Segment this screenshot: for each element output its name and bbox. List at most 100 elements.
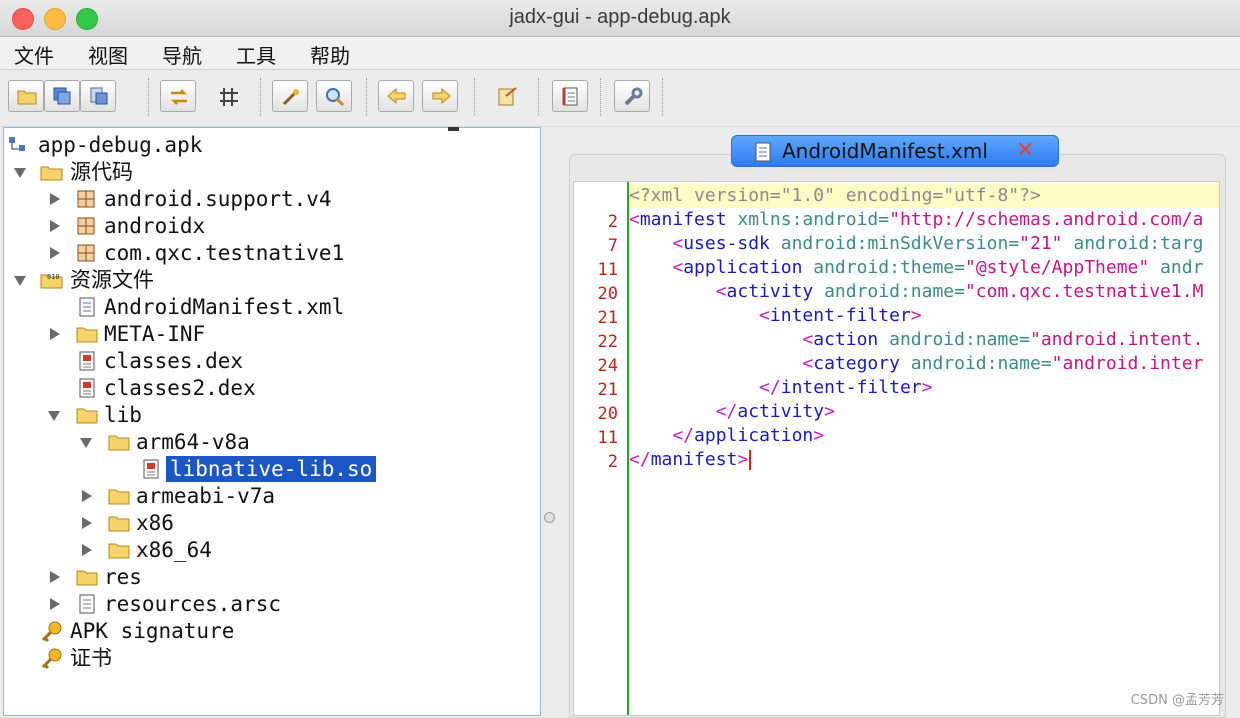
tree-node-libnative[interactable]: libnative-lib.so xyxy=(8,456,528,482)
back-button[interactable] xyxy=(378,80,414,112)
collapse-arrow-icon[interactable] xyxy=(80,438,92,448)
code-editor[interactable]: <?xml version="1.0" encoding="utf-8"?> 2 <… xyxy=(573,181,1220,716)
search-button[interactable] xyxy=(316,80,352,112)
tree-label-arm64: arm64-v8a xyxy=(136,430,250,454)
folder-open-icon xyxy=(40,166,63,181)
menu-navigation[interactable]: 导航 xyxy=(162,40,202,69)
expand-arrow-icon[interactable] xyxy=(50,598,60,610)
tree-node-package[interactable]: com.qxc.testnative1 xyxy=(8,240,528,266)
code-token: > xyxy=(737,449,749,470)
line-number: 21 xyxy=(597,308,618,328)
divider-handle[interactable] xyxy=(544,512,555,523)
menu-help[interactable]: 帮助 xyxy=(310,40,350,69)
tab-android-manifest[interactable]: AndroidManifest.xml ✕ xyxy=(731,135,1059,167)
code-token: "http://schemas.android.com/a xyxy=(889,209,1204,230)
flatten-packages-button[interactable] xyxy=(210,80,246,112)
expand-arrow-icon[interactable] xyxy=(50,220,60,232)
expand-arrow-icon[interactable] xyxy=(82,544,92,556)
folder-icon xyxy=(108,516,130,532)
code-line: <action android:name="android.intent. xyxy=(629,328,1203,352)
code-token: application xyxy=(694,425,814,446)
tree-node-apk-signature[interactable]: APK signature xyxy=(8,618,528,644)
tree-node-resources[interactable]: 010 资源文件 xyxy=(8,267,528,293)
tree-node-manifest[interactable]: AndroidManifest.xml xyxy=(8,294,528,320)
collapse-arrow-icon[interactable] xyxy=(14,276,26,286)
code-line: </activity> xyxy=(629,400,835,424)
tree-node-classes2-dex[interactable]: classes2.dex xyxy=(8,375,528,401)
tree-label-armeabi: armeabi-v7a xyxy=(136,484,276,508)
package-icon xyxy=(77,244,95,262)
sync-tree-button[interactable] xyxy=(160,80,196,112)
tree-node-source-code[interactable]: 源代码 xyxy=(8,159,528,185)
code-token: < xyxy=(802,329,814,350)
tree-node-lib[interactable]: lib xyxy=(8,402,528,428)
resource-folder-icon: 010 xyxy=(40,273,63,289)
code-token: "android.intent. xyxy=(1029,329,1204,350)
tree-node-resources-arsc[interactable]: resources.arsc xyxy=(8,591,528,617)
code-token: action xyxy=(813,329,879,350)
line-number: 11 xyxy=(597,428,618,448)
code-token: < xyxy=(802,353,814,374)
close-tab-icon[interactable]: ✕ xyxy=(1016,140,1034,162)
line-number: 24 xyxy=(597,356,618,376)
decompile-button[interactable] xyxy=(272,80,308,112)
menu-tools[interactable]: 工具 xyxy=(236,40,276,69)
log-icon xyxy=(498,87,517,106)
code-line: </intent-filter> xyxy=(629,376,932,400)
tree-node-armeabi[interactable]: armeabi-v7a xyxy=(8,483,528,509)
expand-arrow-icon[interactable] xyxy=(82,517,92,529)
collapse-arrow-icon[interactable] xyxy=(48,411,60,421)
package-icon xyxy=(77,190,95,208)
apk-tree-icon xyxy=(9,137,25,151)
expand-arrow-icon[interactable] xyxy=(50,571,60,583)
tree-node-package[interactable]: androidx xyxy=(8,213,528,239)
tree-node-package[interactable]: android.support.v4 xyxy=(8,186,528,212)
expand-arrow-icon[interactable] xyxy=(50,328,60,340)
expand-arrow-icon[interactable] xyxy=(50,247,60,259)
export-button[interactable] xyxy=(80,80,116,112)
code-line: <?xml version="1.0" encoding="utf-8"?> xyxy=(629,184,1041,208)
menu-file[interactable]: 文件 xyxy=(14,40,54,69)
save-all-button[interactable] xyxy=(44,80,80,112)
line-number: 2 xyxy=(607,452,618,472)
tree-node-arm64[interactable]: arm64-v8a xyxy=(8,429,528,455)
tree-node-classes-dex[interactable]: classes.dex xyxy=(8,348,528,374)
code-token: > xyxy=(813,425,825,446)
tree-label-resources: 资源文件 xyxy=(70,268,154,292)
tree-node-x86-64[interactable]: x86_64 xyxy=(8,537,528,563)
folder-open-icon xyxy=(17,90,37,105)
tree-node-meta-inf[interactable]: META-INF xyxy=(8,321,528,347)
code-token: android:minSdkVersion= xyxy=(769,233,1020,254)
deobfuscation-button[interactable] xyxy=(552,80,588,112)
tree-root[interactable]: app-debug.apk xyxy=(8,132,528,158)
search-icon xyxy=(326,88,345,107)
tree-label-lib: lib xyxy=(104,403,142,427)
project-tree[interactable]: app-debug.apk 源代码 android.support.v4 and… xyxy=(3,127,541,716)
open-file-button[interactable] xyxy=(8,80,44,112)
folder-icon xyxy=(76,408,98,424)
code-token: android:theme= xyxy=(802,257,965,278)
forward-button[interactable] xyxy=(422,80,458,112)
preferences-button[interactable] xyxy=(614,80,650,112)
log-viewer-button[interactable] xyxy=(488,80,524,112)
collapse-arrow-icon[interactable] xyxy=(14,168,26,178)
tree-label-package: androidx xyxy=(104,214,206,238)
tree-node-certificate[interactable]: 证书 xyxy=(8,645,528,671)
dex-file-icon xyxy=(79,351,95,371)
code-token: < xyxy=(715,281,727,302)
tree-node-res[interactable]: res xyxy=(8,564,528,590)
code-token: "android.inter xyxy=(1051,353,1204,374)
expand-arrow-icon[interactable] xyxy=(50,193,60,205)
code-line: </manifest> xyxy=(629,448,752,472)
menu-view[interactable]: 视图 xyxy=(88,40,128,69)
split-divider[interactable] xyxy=(541,127,569,716)
tree-node-x86[interactable]: x86 xyxy=(8,510,528,536)
expand-arrow-icon[interactable] xyxy=(82,490,92,502)
